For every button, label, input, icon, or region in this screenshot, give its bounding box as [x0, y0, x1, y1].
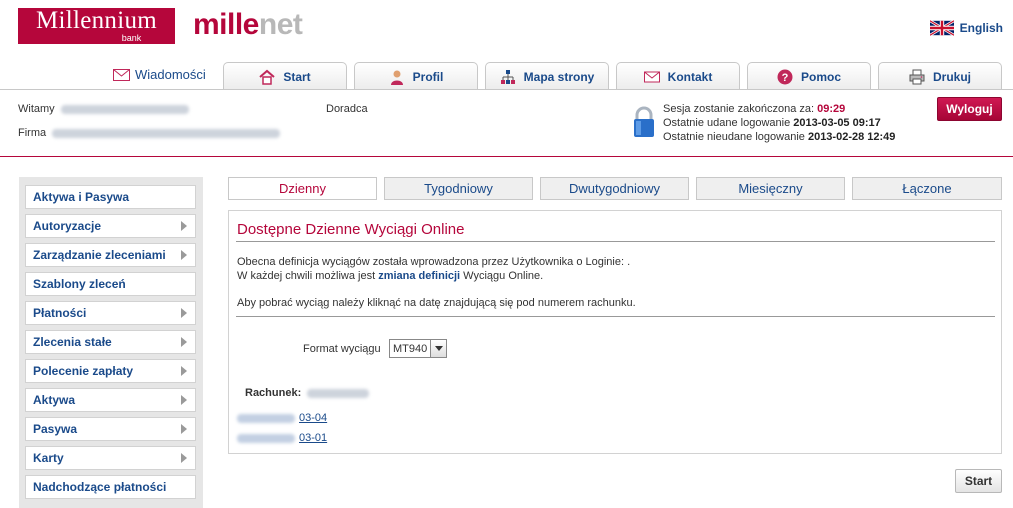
welcome-row: Witamy — [18, 103, 189, 115]
statement-prefix-redacted — [237, 433, 295, 443]
tab-drukuj[interactable]: Drukuj — [878, 62, 1002, 90]
definition-line-1: Obecna definicja wyciągów została wprowa… — [237, 256, 631, 268]
panel-divider — [236, 316, 995, 317]
change-definition-link[interactable]: zmiana definicji — [378, 270, 460, 282]
panel-divider — [236, 241, 995, 242]
logo-sub-text: bank — [121, 33, 142, 43]
statement-prefix-redacted — [237, 413, 295, 423]
definition-info: Obecna definicja wyciągów została wprowa… — [237, 255, 630, 283]
chevron-right-icon — [181, 250, 187, 260]
tab-mapa-strony[interactable]: Mapa strony — [485, 62, 609, 90]
chevron-right-icon — [181, 424, 187, 434]
statement-link[interactable]: 03-01 — [237, 432, 327, 444]
envelope-icon — [643, 71, 660, 82]
millenet-logo: millenet — [193, 8, 303, 41]
chevron-right-icon — [181, 221, 187, 231]
chevron-right-icon — [181, 308, 187, 318]
chevron-right-icon — [181, 366, 187, 376]
session-expires-value: 09:29 — [817, 103, 846, 115]
tab-start-label: Start — [283, 69, 311, 84]
uk-flag-icon — [929, 19, 954, 37]
statement-link[interactable]: 03-04 — [237, 412, 327, 424]
millennium-logo: Millennium bank — [18, 8, 175, 44]
sidebar-item-autoryzacje[interactable]: Autoryzacje — [25, 214, 196, 238]
sidebar: Aktywa i Pasywa Autoryzacje Zarządzanie … — [19, 177, 203, 508]
account-number-redacted — [307, 388, 370, 398]
advisor-label: Doradca — [326, 103, 368, 115]
company-label: Firma — [18, 127, 47, 139]
statements-panel: Dostępne Dzienne Wyciągi Online Obecna d… — [228, 210, 1002, 454]
tab-laczone[interactable]: Łączone — [852, 177, 1002, 200]
sidebar-item-zarzadzanie-zleceniami[interactable]: Zarządzanie zleceniami — [25, 243, 196, 267]
help-icon: ? — [777, 69, 793, 84]
sidebar-item-karty[interactable]: Karty — [25, 446, 196, 470]
last-login-ok-value: 2013-03-05 09:17 — [793, 117, 881, 129]
language-switch[interactable]: English — [929, 19, 1003, 37]
account-row: Rachunek: — [245, 387, 370, 399]
format-select[interactable]: MT940 — [389, 339, 447, 358]
chevron-right-icon — [181, 395, 187, 405]
svg-text:?: ? — [782, 72, 789, 84]
sitemap-icon — [500, 69, 515, 84]
account-label: Rachunek: — [245, 387, 302, 399]
sidebar-item-aktywa-i-pasywa[interactable]: Aktywa i Pasywa — [25, 185, 196, 209]
tab-kontakt[interactable]: Kontakt — [616, 62, 740, 90]
company-name-redacted — [52, 128, 281, 138]
sidebar-item-polecenie-zaplaty[interactable]: Polecenie zapłaty — [25, 359, 196, 383]
lock-icon — [634, 106, 654, 137]
last-login-fail-label: Ostatnie nieudane logowanie — [663, 131, 805, 143]
definition-line-2: W każdej chwili możliwa jest zmiana defi… — [237, 270, 544, 282]
statement-date: 03-01 — [299, 432, 328, 444]
messages-link[interactable]: Wiadomości — [113, 67, 206, 82]
tab-mapa-strony-label: Mapa strony — [523, 69, 595, 84]
tab-start[interactable]: Start — [223, 62, 347, 90]
panel-title: Dostępne Dzienne Wyciągi Online — [237, 221, 465, 238]
session-info: Sesja zostanie zakończona za: 09:29 Osta… — [663, 102, 895, 144]
statement-date: 03-04 — [299, 412, 328, 424]
last-login-fail-value: 2013-02-28 12:49 — [807, 131, 896, 143]
last-login-ok-label: Ostatnie udane logowanie — [663, 117, 791, 129]
logo-main-text: Millennium — [35, 7, 158, 34]
person-icon — [390, 70, 403, 85]
tab-drukuj-label: Drukuj — [932, 69, 971, 84]
envelope-icon — [113, 68, 130, 81]
sidebar-item-szablony-zlecen[interactable]: Szablony zleceń — [25, 272, 196, 296]
home-icon — [259, 69, 275, 85]
tab-pomoc[interactable]: ? Pomoc — [747, 62, 871, 90]
tab-dzienny[interactable]: Dzienny — [228, 177, 377, 200]
chevron-right-icon — [181, 337, 187, 347]
tab-pomoc-label: Pomoc — [800, 69, 841, 84]
sidebar-item-zlecenia-stale[interactable]: Zlecenia stałe — [25, 330, 196, 354]
format-label: Format wyciągu — [303, 343, 381, 355]
sidebar-item-aktywa[interactable]: Aktywa — [25, 388, 196, 412]
tab-profil[interactable]: Profil — [354, 62, 478, 90]
download-hint: Aby pobrać wyciąg należy kliknąć na datę… — [237, 297, 636, 309]
language-label: English — [959, 21, 1003, 35]
chevron-down-icon — [430, 340, 446, 357]
format-value: MT940 — [393, 342, 428, 355]
sidebar-item-platnosci[interactable]: Płatności — [25, 301, 196, 325]
header-divider — [0, 156, 1013, 157]
tab-tygodniowy[interactable]: Tygodniowy — [384, 177, 533, 200]
sidebar-item-nadchodzace-platnosci[interactable]: Nadchodzące płatności — [25, 475, 196, 499]
start-button[interactable]: Start — [955, 469, 1002, 493]
logout-button[interactable]: Wyloguj — [937, 97, 1002, 121]
company-row: Firma — [18, 127, 281, 139]
printer-icon — [909, 69, 925, 84]
user-name-redacted — [60, 104, 189, 114]
tab-kontakt-label: Kontakt — [667, 69, 713, 84]
sidebar-item-pasywa[interactable]: Pasywa — [25, 417, 196, 441]
tab-miesieczny[interactable]: Miesięczny — [696, 177, 845, 200]
tab-profil-label: Profil — [412, 69, 444, 84]
welcome-label: Witamy — [18, 103, 55, 115]
nav-divider — [0, 89, 1013, 90]
session-expires-label: Sesja zostanie zakończona za: — [663, 103, 815, 115]
chevron-right-icon — [181, 453, 187, 463]
messages-label: Wiadomości — [135, 67, 206, 82]
tab-dwutygodniowy[interactable]: Dwutygodniowy — [540, 177, 689, 200]
